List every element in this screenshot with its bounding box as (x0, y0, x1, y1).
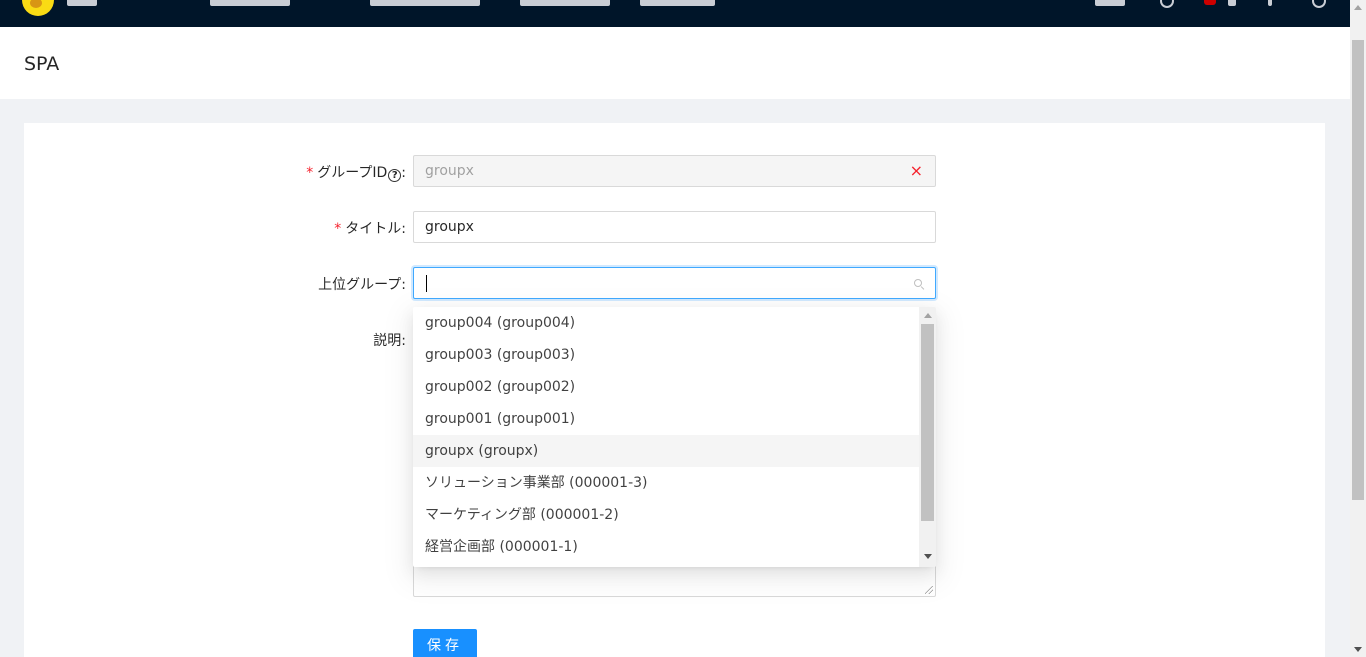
avatar[interactable] (1204, 0, 1216, 5)
close-icon[interactable]: × (910, 156, 923, 186)
dropdown-option[interactable]: 経営企画部 (000001-1) (413, 531, 919, 563)
required-mark: * (306, 165, 314, 181)
parent-group-dropdown: group004 (group004) group003 (group003) … (413, 307, 936, 567)
resize-handle-icon[interactable] (925, 586, 933, 594)
page-header: SPA (0, 27, 1350, 99)
description-label: 説明: (373, 333, 406, 349)
dropdown-option[interactable]: group003 (group003) (413, 339, 919, 371)
parent-group-select[interactable] (413, 267, 936, 299)
question-circle-icon[interactable]: ? (388, 169, 402, 182)
app-logo-icon[interactable] (22, 0, 54, 16)
nav-menu-item[interactable] (520, 0, 610, 6)
user-name-fragment[interactable] (1228, 0, 1236, 6)
nav-divider (1268, 0, 1272, 6)
parent-group-label: 上位グループ: (318, 277, 406, 293)
dropdown-option[interactable]: group001 (group001) (413, 403, 919, 435)
required-mark: * (334, 221, 342, 237)
scroll-down-icon[interactable] (924, 554, 932, 559)
scrollbar-thumb[interactable] (1352, 40, 1364, 500)
search-icon (914, 279, 922, 287)
dropdown-option[interactable]: ソリューション事業部 (000001-3) (413, 467, 919, 499)
nav-icon-fragment[interactable] (1095, 0, 1125, 6)
dropdown-option[interactable]: マーケティング部 (000001-2) (413, 499, 919, 531)
app-name-fragment (67, 0, 97, 6)
scroll-up-icon[interactable] (924, 313, 932, 318)
scroll-up-icon[interactable] (1354, 5, 1362, 10)
save-button[interactable]: 保存 (413, 629, 477, 657)
title-input[interactable]: groupx (413, 211, 936, 243)
group-id-input[interactable]: groupx × (413, 155, 936, 187)
nav-menu-item[interactable] (370, 0, 480, 6)
page-title: SPA (24, 53, 60, 75)
scrollbar-thumb[interactable] (921, 324, 934, 521)
dropdown-scrollbar[interactable] (919, 307, 936, 567)
nav-menu-item[interactable] (640, 0, 715, 6)
group-id-label: * グループID?: (306, 165, 406, 182)
page-scrollbar[interactable] (1350, 0, 1366, 657)
scroll-down-icon[interactable] (1354, 647, 1362, 652)
top-nav-bar (0, 0, 1350, 27)
dropdown-option[interactable]: group002 (group002) (413, 371, 919, 403)
dropdown-option-highlighted[interactable]: groupx (groupx) (413, 435, 919, 467)
title-label: * タイトル: (334, 221, 406, 237)
nav-menu-item[interactable] (210, 0, 290, 6)
settings-icon[interactable] (1312, 0, 1326, 8)
text-cursor (426, 275, 427, 292)
dropdown-option[interactable]: group004 (group004) (413, 307, 919, 339)
notification-icon[interactable] (1160, 0, 1174, 8)
